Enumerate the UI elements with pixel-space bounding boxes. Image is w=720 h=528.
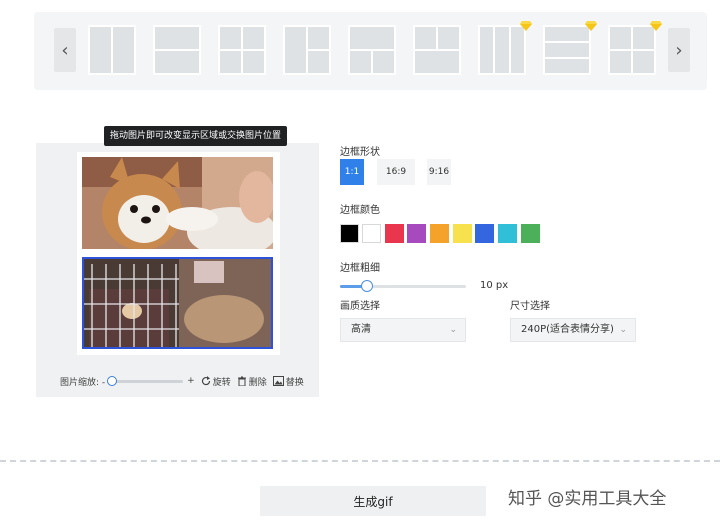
layout-option-3-rows[interactable] — [543, 21, 597, 75]
generate-gif-button[interactable]: 生成gif — [260, 486, 486, 516]
color-swatch-blue[interactable] — [475, 224, 494, 243]
layout-option-2-top-plus-bottom[interactable] — [413, 25, 461, 75]
layout-option-2-top-plus-2-bottom[interactable] — [608, 21, 662, 75]
color-swatch-green[interactable] — [521, 224, 540, 243]
zoom-slider-handle[interactable] — [107, 375, 118, 386]
color-swatch-black[interactable] — [340, 224, 359, 243]
quality-label: 画质选择 — [340, 301, 380, 312]
replace-label: 替换 — [285, 377, 304, 388]
diamond-icon — [585, 21, 597, 31]
delete-button[interactable]: 删除 — [237, 375, 267, 388]
color-swatch-purple[interactable] — [407, 224, 426, 243]
dashed-divider — [0, 460, 720, 462]
shape-option-1-1[interactable]: 1:1 — [340, 159, 364, 185]
size-value: 240P(适合表情分享) — [521, 324, 614, 335]
quality-value: 高清 — [351, 324, 371, 335]
shape-option-16-9[interactable]: 16:9 — [377, 159, 415, 185]
delete-label: 删除 — [248, 377, 267, 388]
photo-slot-top[interactable] — [82, 157, 273, 249]
layout-option-top-plus-2-bottom[interactable] — [348, 25, 396, 75]
size-label: 尺寸选择 — [510, 301, 550, 312]
color-swatch-yellow[interactable] — [453, 224, 472, 243]
layout-option-2-rows[interactable] — [153, 25, 201, 75]
layout-option-3-columns[interactable] — [478, 21, 532, 75]
rotate-button[interactable]: 旋转 — [201, 375, 231, 388]
color-swatch-red[interactable] — [385, 224, 404, 243]
thickness-slider-handle[interactable] — [361, 280, 373, 292]
layout-option-2x2-grid[interactable] — [218, 25, 266, 75]
chevron-down-icon: ⌄ — [619, 325, 627, 335]
quality-select[interactable]: 高清 ⌄ — [340, 318, 466, 342]
layout-option-2-columns[interactable] — [88, 25, 136, 75]
image-tools-row: 图片缩放: - + 旋转 删除 替换 — [60, 374, 304, 388]
watermark: 知乎 @实用工具大全 — [508, 489, 667, 509]
thickness-value: 10 px — [480, 280, 509, 291]
shape-option-9-16[interactable]: 9:16 — [427, 159, 451, 185]
layout-selector: ‹ › — [34, 12, 707, 90]
trash-icon — [237, 376, 246, 386]
size-select[interactable]: 240P(适合表情分享) ⌄ — [510, 318, 636, 342]
border-color-label: 边框颜色 — [340, 205, 380, 216]
chevron-left-icon[interactable]: ‹ — [54, 28, 76, 72]
replace-button[interactable]: 替换 — [272, 375, 304, 388]
photo-slot-bottom-selected[interactable] — [82, 257, 273, 349]
chevron-right-icon[interactable]: › — [668, 28, 690, 72]
color-swatch-orange[interactable] — [430, 224, 449, 243]
thickness-slider[interactable] — [340, 285, 466, 288]
border-shape-label: 边框形状 — [340, 147, 380, 158]
color-swatch-cyan[interactable] — [498, 224, 517, 243]
rotate-label: 旋转 — [212, 377, 231, 388]
zoom-slider[interactable] — [107, 375, 184, 386]
layout-option-left-plus-2-right[interactable] — [283, 25, 331, 75]
dog-photo — [82, 157, 273, 249]
zoom-label: 图片缩放: - — [60, 377, 106, 388]
image-icon — [272, 376, 284, 386]
chevron-down-icon: ⌄ — [449, 325, 457, 335]
drag-hint-tooltip: 拖动图片即可改变显示区域或交换图片位置 — [104, 126, 288, 146]
rotate-icon — [201, 376, 210, 386]
zoom-plus[interactable]: + — [187, 376, 195, 386]
color-swatch-white[interactable] — [362, 224, 381, 243]
border-thickness-label: 边框粗细 — [340, 263, 380, 274]
diamond-icon — [520, 21, 532, 31]
diamond-icon — [650, 21, 662, 31]
hamster-cage-photo — [84, 259, 271, 347]
